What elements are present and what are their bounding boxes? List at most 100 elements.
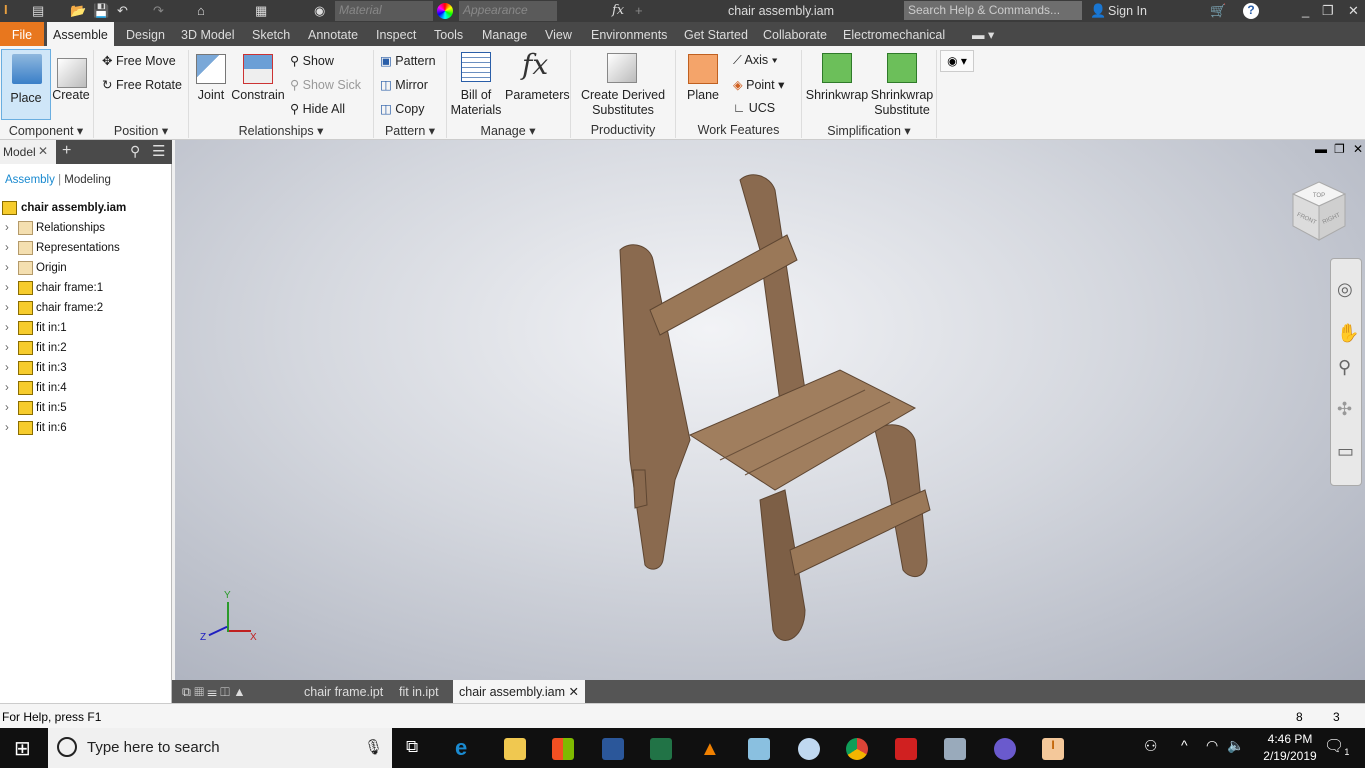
constrain-button[interactable]: Constrain bbox=[230, 88, 286, 102]
create-derived-substitutes-icon[interactable] bbox=[607, 53, 637, 83]
redo-icon[interactable]: ↷ bbox=[153, 3, 164, 19]
expand-chevron-icon[interactable]: › bbox=[5, 238, 9, 258]
bill-of-materials-button[interactable]: Bill of Materials bbox=[450, 88, 502, 118]
joint-icon[interactable] bbox=[196, 54, 226, 84]
group-position[interactable]: Position ▾ bbox=[94, 123, 188, 140]
app-logo[interactable]: I bbox=[4, 2, 18, 20]
plane-icon[interactable] bbox=[688, 54, 718, 84]
tab-inspect[interactable]: Inspect bbox=[370, 22, 422, 46]
tab-3d-model[interactable]: 3D Model bbox=[175, 22, 241, 46]
fx-icon[interactable]: fx bbox=[612, 3, 624, 18]
shrinkwrap-substitute-button[interactable]: Shrinkwrap Substitute bbox=[870, 88, 934, 118]
look-at-icon[interactable]: ▭ bbox=[1337, 441, 1354, 462]
undo-icon[interactable]: ↶ bbox=[117, 3, 128, 19]
windows-start-icon[interactable]: ⊞ bbox=[14, 736, 31, 761]
view-modeling[interactable]: Modeling bbox=[64, 174, 111, 186]
show-button[interactable]: ⚲ Show bbox=[290, 53, 334, 68]
save-icon[interactable]: 💾 bbox=[93, 3, 109, 19]
tree-item[interactable]: › fit in:4 bbox=[0, 378, 172, 398]
home-icon[interactable]: ⌂ bbox=[197, 3, 205, 18]
ribbon-minimize-button[interactable]: ▬ ▾ bbox=[966, 22, 1000, 46]
create-derived-substitutes-button[interactable]: Create Derived Substitutes bbox=[578, 88, 668, 118]
tab-get-started[interactable]: Get Started bbox=[678, 22, 754, 46]
ucs-button[interactable]: ∟ UCS bbox=[733, 101, 775, 115]
acrobat-icon[interactable] bbox=[895, 738, 917, 760]
expand-chevron-icon[interactable]: › bbox=[5, 278, 9, 298]
place-button[interactable]: Place bbox=[1, 49, 51, 120]
tab-tools[interactable]: Tools bbox=[428, 22, 469, 46]
shrinkwrap-substitute-icon[interactable] bbox=[887, 53, 917, 83]
pan-icon[interactable]: ✋ bbox=[1337, 323, 1359, 344]
create-button[interactable]: Create bbox=[52, 88, 90, 102]
doc-tab-chair-frame[interactable]: chair frame.ipt bbox=[298, 680, 389, 703]
hide-all-button[interactable]: ⚲ Hide All bbox=[290, 101, 345, 116]
3d-viewport[interactable]: TOP FRONT RIGHT ▬ ❐ ✕ Y X Z bbox=[175, 140, 1365, 680]
material-dropdown[interactable]: Material bbox=[335, 1, 433, 21]
search-icon[interactable]: ⚲ bbox=[130, 143, 140, 160]
close-model-tab-icon[interactable]: ✕ bbox=[38, 144, 48, 158]
doc-tab-chair-assembly[interactable]: chair assembly.iam ✕ bbox=[453, 680, 586, 703]
group-component[interactable]: Component ▾ bbox=[0, 123, 92, 140]
taskbar-search[interactable]: Type here to search 🎙 bbox=[48, 728, 392, 768]
create-icon[interactable] bbox=[57, 58, 87, 88]
group-pattern[interactable]: Pattern ▾ bbox=[374, 123, 446, 140]
expand-chevron-icon[interactable]: › bbox=[5, 358, 9, 378]
tree-item[interactable]: › Origin bbox=[0, 258, 172, 278]
paint-icon[interactable] bbox=[798, 738, 820, 760]
tab-sketch[interactable]: Sketch bbox=[246, 22, 296, 46]
tree-item[interactable]: › fit in:2 bbox=[0, 338, 172, 358]
sign-in-link[interactable]: Sign In bbox=[1108, 4, 1147, 18]
zoom-icon[interactable]: ⚲ bbox=[1338, 357, 1351, 378]
tab-manage[interactable]: Manage bbox=[476, 22, 533, 46]
group-relationships[interactable]: Relationships ▾ bbox=[189, 123, 373, 140]
material-icon[interactable]: ◉ bbox=[314, 3, 325, 19]
tree-item[interactable]: › fit in:3 bbox=[0, 358, 172, 378]
add-tab-icon[interactable]: + bbox=[62, 142, 71, 160]
view-assembly[interactable]: Assembly bbox=[5, 174, 55, 186]
show-hidden-icons[interactable]: ^ bbox=[1181, 737, 1188, 753]
tab-file[interactable]: File bbox=[0, 22, 44, 46]
axis-button[interactable]: ⟋ Axis ▾ bbox=[733, 53, 778, 68]
tab-view[interactable]: View bbox=[539, 22, 578, 46]
expand-chevron-icon[interactable]: › bbox=[5, 378, 9, 398]
tree-item[interactable]: › Relationships bbox=[0, 218, 172, 238]
appearance-dropdown[interactable]: Appearance bbox=[459, 1, 557, 21]
steering-wheel-icon[interactable]: ◎ bbox=[1337, 279, 1353, 300]
restore-icon[interactable]: ❐ bbox=[1322, 3, 1334, 19]
expand-chevron-icon[interactable]: › bbox=[5, 338, 9, 358]
expand-chevron-icon[interactable]: › bbox=[5, 398, 9, 418]
tree-item[interactable]: › fit in:5 bbox=[0, 398, 172, 418]
expand-chevron-icon[interactable]: › bbox=[5, 318, 9, 338]
plus-icon[interactable]: + bbox=[635, 3, 643, 18]
copy-button[interactable]: ◫ Copy bbox=[380, 101, 424, 116]
torrent-icon[interactable] bbox=[994, 738, 1016, 760]
word-icon[interactable] bbox=[602, 738, 624, 760]
tab-model[interactable]: Model bbox=[3, 145, 36, 159]
file-explorer-icon[interactable] bbox=[504, 738, 526, 760]
expand-chevron-icon[interactable]: › bbox=[5, 258, 9, 278]
free-move-button[interactable]: ✥ Free Move bbox=[102, 53, 176, 68]
clock-date[interactable]: 2/19/2019 bbox=[1250, 749, 1330, 763]
joint-button[interactable]: Joint bbox=[193, 88, 229, 102]
free-rotate-button[interactable]: ↻ Free Rotate bbox=[102, 77, 182, 92]
cart-icon[interactable]: 🛒 bbox=[1210, 3, 1226, 19]
menu-icon[interactable]: ☰ bbox=[152, 142, 165, 160]
ribbon-options-button[interactable]: ◉ ▾ bbox=[940, 50, 974, 72]
tree-item[interactable]: › chair frame:1 bbox=[0, 278, 172, 298]
store-icon[interactable] bbox=[552, 738, 574, 760]
pattern-button[interactable]: ▣ Pattern bbox=[380, 53, 436, 68]
plane-button[interactable]: Plane bbox=[682, 88, 724, 102]
parameters-icon[interactable]: fx bbox=[522, 48, 548, 81]
new-icon[interactable]: ▤ bbox=[32, 3, 44, 19]
show-sick-button[interactable]: ⚲ Show Sick bbox=[290, 77, 361, 92]
chair-model[interactable] bbox=[175, 140, 1365, 680]
tree-item[interactable]: › fit in:1 bbox=[0, 318, 172, 338]
restore-view-icon[interactable]: ❐ bbox=[1334, 142, 1345, 156]
tree-root[interactable]: chair assembly.iam bbox=[0, 198, 172, 218]
parameters-button[interactable]: Parameters bbox=[505, 88, 570, 102]
tab-design[interactable]: Design bbox=[120, 22, 171, 46]
shrinkwrap-button[interactable]: Shrinkwrap bbox=[805, 88, 869, 102]
tree-item[interactable]: › fit in:6 bbox=[0, 418, 172, 438]
tree-item[interactable]: › Representations bbox=[0, 238, 172, 258]
shrinkwrap-icon[interactable] bbox=[822, 53, 852, 83]
